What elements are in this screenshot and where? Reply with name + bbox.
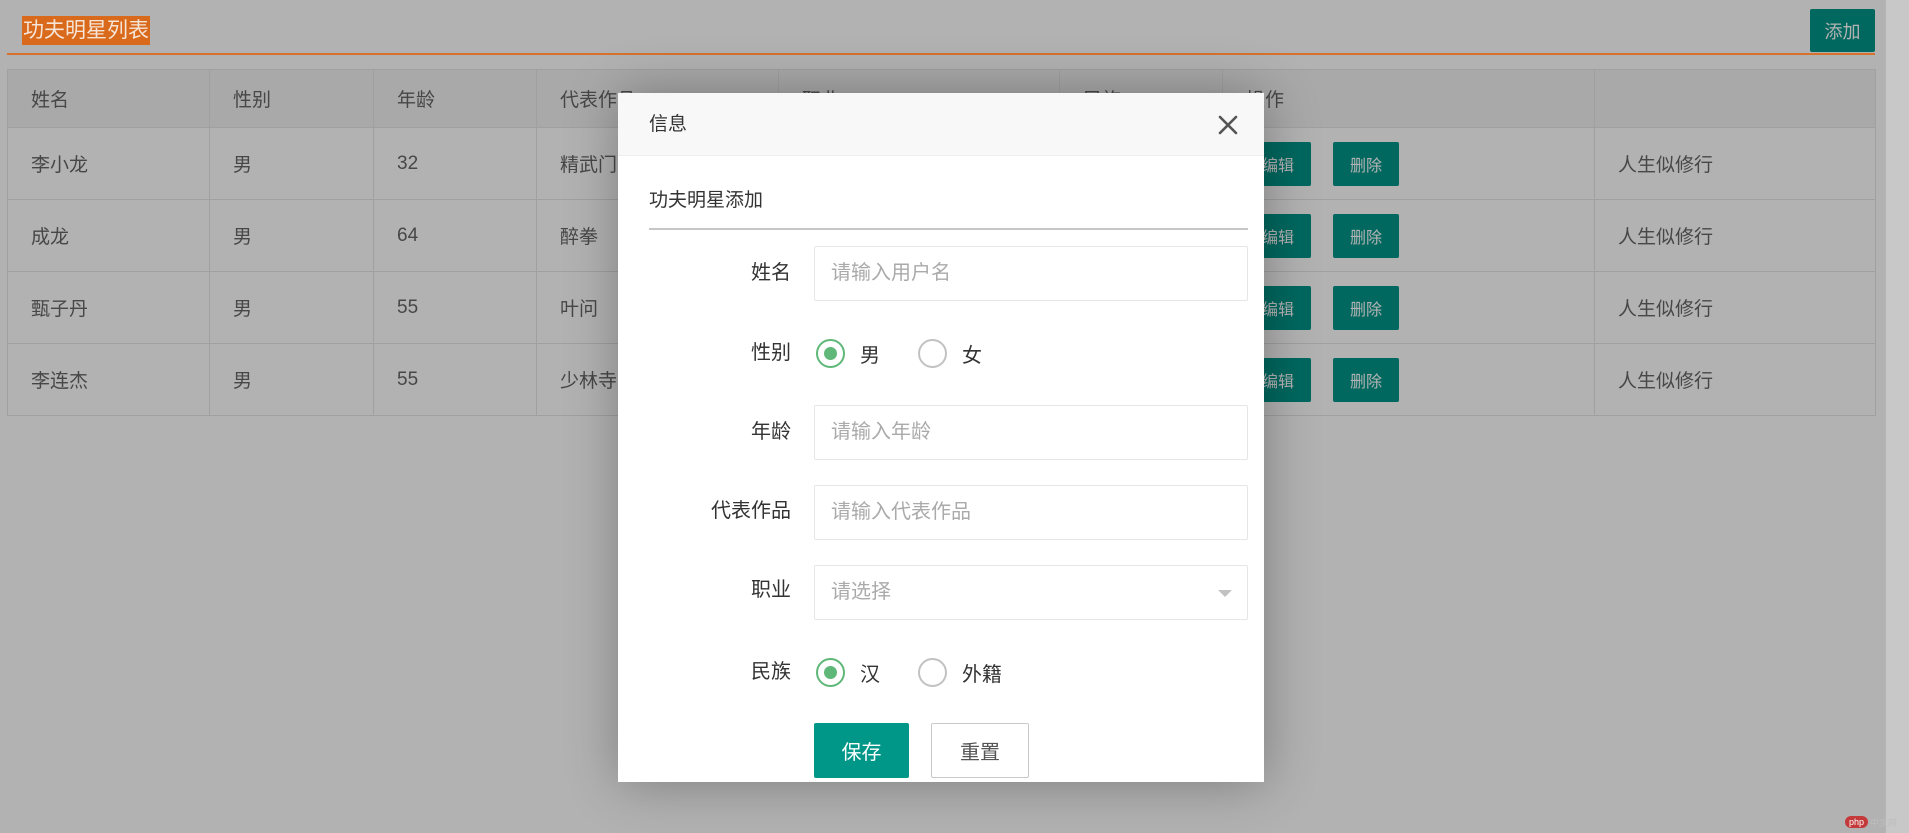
radio-circle-icon: [816, 657, 845, 687]
occupation-select-placeholder: 请选择: [831, 581, 891, 603]
ethnicity-radio-foreign[interactable]: 外籍: [918, 657, 1002, 687]
gender-radio-male[interactable]: 男: [816, 338, 880, 368]
ethnicity-label: 民族: [751, 661, 791, 683]
form-title: 功夫明星添加: [649, 190, 764, 211]
work-input[interactable]: [814, 485, 1248, 540]
work-label: 代表作品: [711, 500, 791, 522]
occupation-label: 职业: [751, 579, 791, 601]
dialog-title: 信息: [649, 114, 688, 135]
ethnicity-option-label: 外籍: [962, 663, 1002, 686]
name-input[interactable]: [814, 246, 1248, 301]
ethnicity-radio-han[interactable]: 汉: [816, 657, 880, 687]
watermark-logo: php: [1845, 816, 1869, 828]
radio-circle-icon: [918, 338, 947, 368]
close-icon[interactable]: [1216, 113, 1240, 137]
radio-circle-icon: [816, 338, 845, 368]
page-title: 功夫明星列表: [22, 16, 150, 45]
watermark-text: 中文网: [1870, 817, 1898, 828]
form-title-divider: [649, 228, 1248, 230]
age-label: 年龄: [751, 421, 791, 443]
reset-button[interactable]: 重置: [931, 723, 1029, 778]
caret-down-icon: [1218, 590, 1232, 597]
gender-option-label: 女: [962, 344, 982, 367]
gender-label: 性别: [751, 342, 791, 364]
radio-circle-icon: [918, 657, 947, 687]
age-input[interactable]: [814, 405, 1248, 460]
occupation-select[interactable]: 请选择: [814, 565, 1248, 620]
ethnicity-option-label: 汉: [860, 663, 880, 686]
gender-radio-female[interactable]: 女: [918, 338, 982, 368]
gender-option-label: 男: [860, 344, 880, 367]
dialog-header: 信息: [618, 93, 1264, 156]
vertical-scrollbar[interactable]: [1885, 0, 1909, 833]
save-button[interactable]: 保存: [814, 723, 909, 778]
title-divider: [7, 53, 1875, 55]
site-watermark: php 中文网: [1845, 815, 1897, 829]
name-label: 姓名: [751, 262, 791, 284]
add-star-dialog: 信息 功夫明星添加 姓名 性别 男 女 年龄 代表作品 职业 请选择 民族 汉 …: [618, 93, 1264, 782]
